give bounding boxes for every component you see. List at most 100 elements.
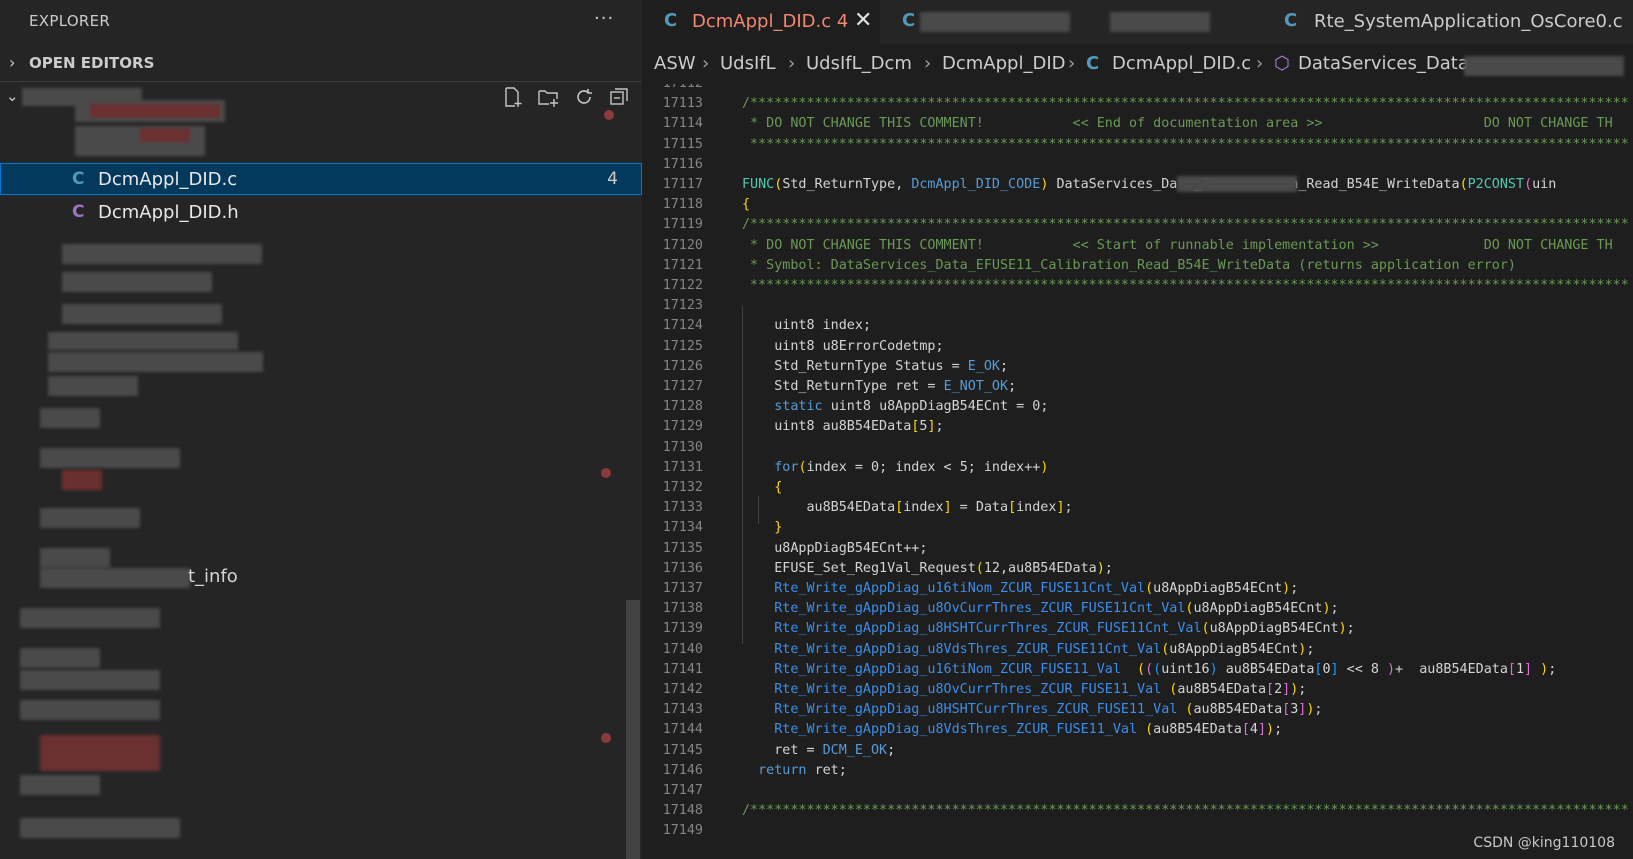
code-line[interactable]: Rte_Write_gAppDiag_u8HSHTCurrThres_ZCUR_… [742,621,1354,636]
code-line[interactable]: uint8 au8B54EData[5]; [742,419,943,434]
watermark: CSDN @king110108 [1473,835,1615,851]
line-number: 17146 [662,762,703,778]
line-number: 17137 [662,581,703,596]
tree-item-label-fragment[interactable]: t_info [188,566,238,587]
code-line[interactable]: Std_ReturnType ret = E_NOT_OK; [742,379,1016,394]
c-file-icon: C [1086,53,1100,74]
tab-label: Rte_SystemApplication_OsCore0.c [1314,11,1623,32]
explorer-sidebar: EXPLORER ··· › OPEN EDITORS ⌄ C DcmAppl_… [0,0,642,859]
line-number: 17125 [662,338,703,354]
breakpoint-dot-icon [601,733,611,743]
breadcrumb-item[interactable]: DcmAppl_DID.c [1112,53,1251,74]
code-line[interactable]: Rte_Write_gAppDiag_u8VdsThres_ZCUR_FUSE1… [742,642,1314,657]
code-line[interactable]: uint8 index; [742,318,871,333]
tab-redacted[interactable]: C [880,0,1280,44]
file-item-dcmappl-did-h[interactable]: C DcmAppl_DID.h [0,196,642,228]
breakpoint-dot-icon [604,110,614,120]
line-number: 17117 [662,177,703,192]
breadcrumb-item[interactable]: DataServices_Data_ [1298,53,1478,74]
redacted-tab-label [920,12,1070,32]
breadcrumb-item[interactable]: UdsIfL [720,53,776,74]
code-line[interactable]: * DO NOT CHANGE THIS COMMENT! << End of … [742,116,1613,131]
line-number: 17129 [662,419,703,435]
breadcrumb-item[interactable]: ASW [654,53,696,74]
line-number: 17148 [662,803,703,819]
close-icon[interactable]: ✕ [854,8,872,33]
redacted-symbol [1464,56,1624,76]
line-number: 17123 [662,298,703,314]
line-number: 17124 [662,318,703,334]
code-line[interactable]: return ret; [742,763,847,778]
collapse-all-icon[interactable] [607,86,631,110]
code-line[interactable]: static uint8 u8AppDiagB54ECnt = 0; [742,399,1048,414]
redacted-tree-item [20,670,160,690]
more-actions-icon[interactable]: ··· [594,8,614,29]
file-name: DcmAppl_DID.h [98,202,239,223]
sidebar-scrollbar[interactable] [626,600,640,859]
code-line[interactable]: Rte_Write_gAppDiag_u8OvCurrThres_ZCUR_FU… [742,682,1306,697]
code-line[interactable]: FUNC(Std_ReturnType, DcmAppl_DID_CODE) D… [742,177,1556,192]
line-number: 17131 [662,459,703,475]
code-line[interactable]: Rte_Write_gAppDiag_u8VdsThres_ZCUR_FUSE1… [742,722,1282,737]
code-line[interactable]: /***************************************… [742,96,1629,111]
open-editors-label: OPEN EDITORS [29,54,155,72]
line-number: 17135 [662,540,703,556]
chevron-down-icon[interactable]: ⌄ [6,87,19,105]
line-number: 17139 [662,621,703,637]
code-line[interactable]: { [742,197,750,212]
line-number: 17130 [662,439,703,455]
redacted-tree-item [40,508,140,528]
code-line[interactable]: } [742,520,782,535]
breadcrumb-item[interactable]: DcmAppl_DID [942,53,1066,74]
code-line[interactable]: u8AppDiagB54ECnt++; [742,541,927,556]
chevron-right-icon[interactable]: › [9,53,15,72]
chevron-right-icon: › [1256,53,1264,74]
tab-rte-systemapplication[interactable]: C Rte_SystemApplication_OsCore0.c [1262,0,1633,44]
breadcrumb: ASW › UdsIfL › UdsIfL_Dcm › DcmAppl_DID … [642,44,1633,84]
redacted-tree-item [40,448,180,468]
redacted-tree-item [140,128,190,142]
code-line[interactable]: for(index = 0; index < 5; index++) [742,460,1048,475]
file-name: DcmAppl_DID.c [98,169,238,190]
redacted-tree-item [90,104,220,118]
code-line[interactable]: * DO NOT CHANGE THIS COMMENT! << Start o… [742,238,1613,253]
line-number: 17119 [662,217,703,233]
redacted-tree-item [20,775,100,795]
code-line[interactable]: uint8 u8ErrorCodetmp; [742,339,943,354]
code-line[interactable]: EFUSE_Set_Reg1Val_Request(12,au8B54EData… [742,561,1113,576]
code-line[interactable]: ****************************************… [742,137,1629,152]
code-line[interactable]: ****************************************… [742,278,1629,293]
new-file-icon[interactable] [500,86,524,110]
line-number: 17127 [662,379,703,394]
breadcrumb-item[interactable]: UdsIfL_Dcm [806,53,912,74]
tab-label: DcmAppl_DID.c 4 [692,11,849,32]
line-number: 17126 [662,358,703,374]
code-line[interactable]: * Symbol: DataServices_Data_EFUSE11_Cali… [742,258,1516,273]
code-line[interactable]: { [742,480,782,495]
chevron-right-icon: › [924,53,932,74]
code-line[interactable]: Rte_Write_gAppDiag_u8OvCurrThres_ZCUR_FU… [742,601,1338,616]
code-line[interactable]: Rte_Write_gAppDiag_u8HSHTCurrThres_ZCUR_… [742,702,1322,717]
code-line[interactable]: Std_ReturnType Status = E_OK; [742,359,1008,374]
code-line[interactable]: Rte_Write_gAppDiag_u16tiNom_ZCUR_FUSE11C… [742,581,1298,596]
code-line[interactable]: /***************************************… [742,803,1629,818]
code-line[interactable]: Rte_Write_gAppDiag_u16tiNom_ZCUR_FUSE11_… [742,662,1556,677]
c-file-icon: C [902,10,916,31]
redacted-tree-item [62,244,262,264]
line-number: 17121 [662,257,703,273]
code-line[interactable]: ret = DCM_E_OK; [742,743,895,758]
line-number: 17140 [662,641,703,657]
line-number: 17144 [662,722,703,738]
code-line[interactable]: au8B54EData[index] = Data[index]; [742,500,1073,515]
breakpoint-dot-icon [601,468,611,478]
chevron-right-icon: › [702,53,710,74]
line-number: 17142 [662,682,703,697]
open-editors-section[interactable]: › OPEN EDITORS [0,48,642,80]
tab-dcmappl-did-c[interactable]: C DcmAppl_DID.c 4 ✕ [642,0,880,44]
code-editor[interactable]: 17112 17113 /*****************************… [642,84,1633,859]
new-folder-icon[interactable] [536,86,560,110]
code-line[interactable]: /***************************************… [742,217,1629,232]
chevron-right-icon: › [1068,53,1076,74]
file-item-dcmappl-did-c[interactable]: C DcmAppl_DID.c 4 [0,163,642,195]
refresh-icon[interactable] [572,86,596,110]
